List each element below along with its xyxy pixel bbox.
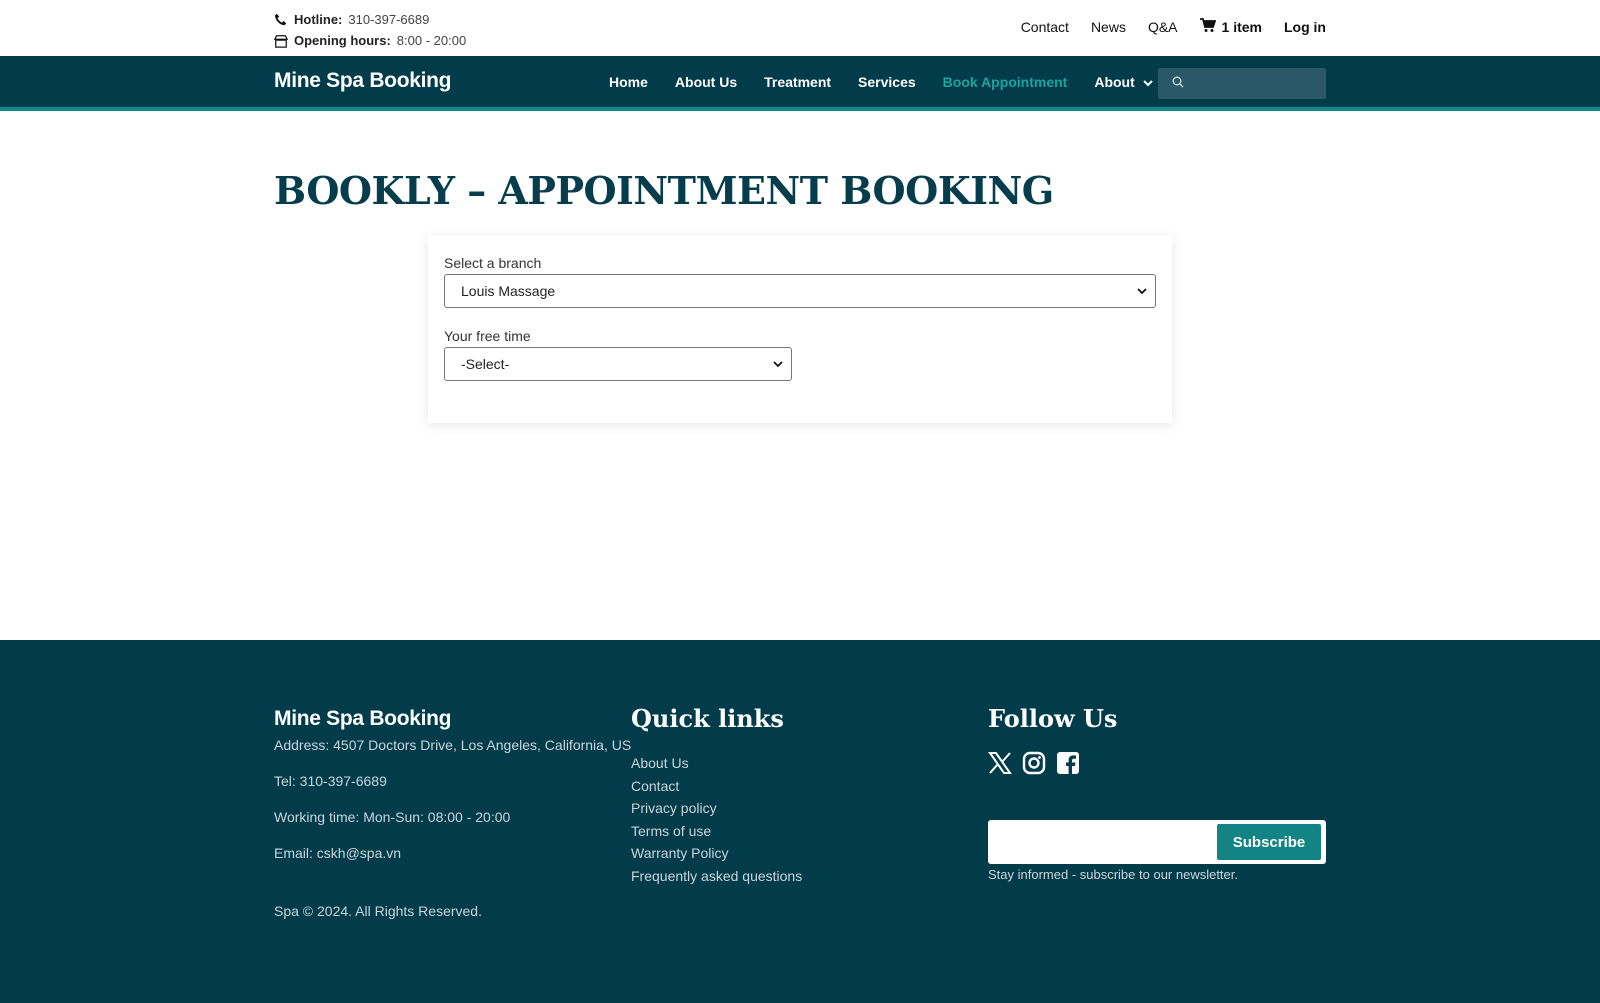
- footer-link-faq[interactable]: Frequently asked questions: [631, 865, 802, 888]
- footer-link-contact[interactable]: Contact: [631, 775, 802, 798]
- hours-value: 8:00 - 20:00: [396, 33, 467, 48]
- time-select[interactable]: -Select-: [444, 347, 792, 381]
- quick-links: About Us Contact Privacy policy Terms of…: [631, 752, 802, 888]
- news-link[interactable]: News: [1091, 19, 1126, 35]
- x-icon[interactable]: [988, 751, 1012, 775]
- nav-services[interactable]: Services: [858, 74, 916, 90]
- store-icon: [274, 34, 288, 48]
- quick-links-title: Quick links: [631, 704, 784, 733]
- cart-icon: [1199, 18, 1216, 36]
- time-label: Your free time: [444, 328, 531, 344]
- nav-treatment[interactable]: Treatment: [764, 74, 831, 90]
- instagram-icon[interactable]: [1022, 751, 1046, 775]
- footer: Mine Spa Booking Address: 4507 Doctors D…: [0, 640, 1600, 1003]
- footer-link-terms[interactable]: Terms of use: [631, 820, 802, 843]
- hours-label: Opening hours:: [294, 33, 391, 48]
- follow-us-title: Follow Us: [988, 704, 1118, 733]
- footer-tel: Tel: 310-397-6689: [274, 773, 387, 789]
- newsletter-form: Subscribe: [988, 820, 1326, 864]
- nav-home[interactable]: Home: [609, 74, 648, 90]
- time-select-value: -Select-: [461, 356, 510, 372]
- search-input[interactable]: [1192, 76, 1322, 91]
- social-links: [988, 751, 1080, 775]
- chevron-down-icon: [773, 357, 783, 374]
- footer-link-privacy[interactable]: Privacy policy: [631, 797, 802, 820]
- nav-book-appointment[interactable]: Book Appointment: [943, 74, 1068, 90]
- login-link[interactable]: Log in: [1284, 19, 1326, 35]
- site-brand[interactable]: Mine Spa Booking: [274, 69, 452, 93]
- footer-brand: Mine Spa Booking: [274, 707, 452, 730]
- branch-label: Select a branch: [444, 255, 542, 271]
- nav-about-us[interactable]: About Us: [675, 74, 737, 90]
- chevron-down-icon: [1137, 284, 1147, 301]
- branch-select-value: Louis Massage: [461, 283, 556, 299]
- branch-select[interactable]: Louis Massage: [444, 274, 1156, 308]
- hotline-value: 310-397-6689: [348, 12, 430, 27]
- footer-address: Address: 4507 Doctors Drive, Los Angeles…: [274, 737, 632, 753]
- nav-about-dropdown[interactable]: About: [1094, 74, 1153, 90]
- phone-icon: [274, 13, 288, 27]
- booking-form: Select a branch Louis Massage Your free …: [428, 235, 1172, 423]
- nav-about-label: About: [1094, 74, 1135, 90]
- facebook-icon[interactable]: [1056, 751, 1080, 775]
- cart-count: 1 item: [1221, 19, 1262, 35]
- footer-link-about-us[interactable]: About Us: [631, 752, 802, 775]
- newsletter-email-input[interactable]: [996, 828, 1216, 856]
- qa-link[interactable]: Q&A: [1148, 19, 1178, 35]
- search-box[interactable]: [1158, 68, 1326, 99]
- chevron-down-icon: [1143, 74, 1153, 90]
- footer-working-time: Working time: Mon-Sun: 08:00 - 20:00: [274, 809, 511, 825]
- contact-link[interactable]: Contact: [1021, 19, 1069, 35]
- main-navbar: Mine Spa Booking Home About Us Treatment…: [0, 56, 1600, 111]
- page-title: BOOKLY – APPOINTMENT BOOKING: [274, 168, 1054, 213]
- footer-copyright: Spa © 2024. All Rights Reserved.: [274, 903, 482, 919]
- newsletter-note: Stay informed - subscribe to our newslet…: [988, 867, 1239, 882]
- search-icon: [1172, 75, 1184, 93]
- footer-link-warranty[interactable]: Warranty Policy: [631, 842, 802, 865]
- subscribe-button[interactable]: Subscribe: [1217, 824, 1321, 860]
- hotline-label: Hotline:: [294, 12, 343, 27]
- top-bar: Hotline: 310-397-6689 Opening hours: 8:0…: [0, 0, 1600, 56]
- footer-email: Email: cskh@spa.vn: [274, 845, 402, 861]
- contact-info: Hotline: 310-397-6689 Opening hours: 8:0…: [274, 9, 466, 51]
- main-nav: Home About Us Treatment Services Book Ap…: [609, 74, 1153, 90]
- cart-link[interactable]: 1 item: [1199, 18, 1262, 36]
